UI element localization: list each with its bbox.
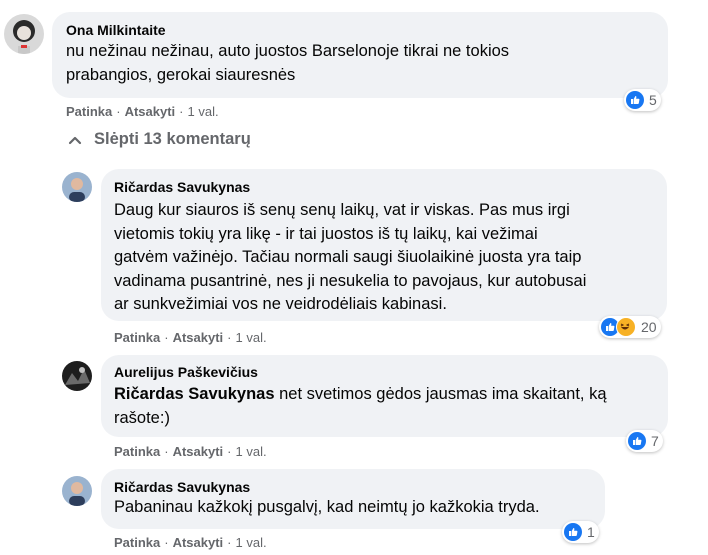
reaction-summary[interactable]: 5: [624, 89, 661, 111]
comment-text: Ričardas Savukynas net svetimos gėdos ja…: [114, 383, 607, 430]
haha-reaction-icon: [616, 317, 636, 337]
comment-actions: Patinka · Atsakyti · 1 val.: [114, 444, 267, 459]
separator: ·: [164, 330, 169, 345]
comment-text-line: ar sunkvežimiai vos ne veidrodėliais kab…: [114, 295, 447, 313]
comment-actions: Patinka · Atsakyti · 1 val.: [66, 104, 219, 119]
reply-link[interactable]: Atsakyti: [125, 104, 176, 119]
comment-text: Pabaninau kažkokį pusgalvį, kad neimtų j…: [114, 496, 540, 520]
comment-time[interactable]: 1 val.: [236, 444, 267, 459]
comment-time[interactable]: 1 val.: [236, 535, 267, 550]
comment-time[interactable]: 1 val.: [236, 330, 267, 345]
comment-text: Daug kur siauros iš senų senų laikų, vat…: [114, 199, 586, 317]
hide-replies-label: Slėpti 13 komentarų: [94, 130, 251, 148]
like-reaction-icon: [626, 91, 644, 109]
comment-actions: Patinka · Atsakyti · 1 val.: [114, 535, 267, 550]
reaction-summary[interactable]: 20: [599, 316, 661, 338]
comment-text-line: vietomis tokių yra likę - ir tai juostos…: [114, 224, 538, 243]
hide-replies-button[interactable]: Slėpti 13 komentarų: [68, 130, 251, 149]
separator: ·: [116, 104, 121, 119]
avatar[interactable]: [4, 14, 44, 54]
comment-text-line: rašote:): [114, 408, 170, 427]
chevron-up-icon: [68, 136, 82, 144]
comment-text-line: Pabaninau kažkokį pusgalvį, kad neimtų j…: [114, 498, 540, 516]
comment-text-fragment: net svetimos gėdos jausmas ima skaitant,…: [274, 385, 607, 403]
comment-text-line: nu nežinau nežinau, auto juostos Barselo…: [66, 42, 510, 60]
comment-text-line: vadinama pusantrinė, nes ji nesukelia to…: [114, 271, 587, 290]
comment-text-line: Daug kur siauros iš senų senų laikų, vat…: [114, 201, 570, 219]
avatar-photo: [62, 361, 92, 391]
reply-link[interactable]: Atsakyti: [173, 330, 224, 345]
like-link[interactable]: Patinka: [114, 330, 160, 345]
comment-author[interactable]: Ona Milkintaite: [66, 22, 166, 38]
reaction-count: 1: [587, 524, 595, 540]
comment-text-line: gatvėm važinėjo. Tačiau normali saugi ši…: [114, 248, 582, 266]
reaction-count: 7: [651, 433, 659, 449]
avatar[interactable]: [62, 361, 92, 391]
reply-link[interactable]: Atsakyti: [173, 535, 224, 550]
comment-time[interactable]: 1 val.: [188, 104, 219, 119]
reaction-count: 5: [649, 92, 657, 108]
separator: ·: [179, 104, 184, 119]
separator: ·: [164, 535, 169, 550]
reply-link[interactable]: Atsakyti: [173, 444, 224, 459]
like-link[interactable]: Patinka: [66, 104, 112, 119]
separator: ·: [227, 535, 232, 550]
reaction-summary[interactable]: 7: [626, 430, 663, 452]
like-link[interactable]: Patinka: [114, 535, 160, 550]
comment-text-line: prabangios, gerokai siauresnės: [66, 65, 296, 84]
avatar[interactable]: [62, 476, 92, 506]
reaction-count: 20: [641, 319, 657, 335]
like-link[interactable]: Patinka: [114, 444, 160, 459]
comment-author[interactable]: Aurelijus Paškevičius: [114, 364, 258, 380]
comment-text-line: Ričardas Savukynas net svetimos gėdos ja…: [114, 383, 607, 407]
reaction-summary[interactable]: 1: [562, 521, 599, 543]
mention-link[interactable]: Ričardas Savukynas: [114, 385, 275, 403]
separator: ·: [227, 330, 232, 345]
separator: ·: [227, 444, 232, 459]
avatar-photo: [62, 172, 92, 202]
separator: ·: [164, 444, 169, 459]
avatar-photo: [4, 14, 44, 54]
like-reaction-icon: [628, 432, 646, 450]
comment-author[interactable]: Ričardas Savukynas: [114, 479, 250, 495]
avatar[interactable]: [62, 172, 92, 202]
comment-text: nu nežinau nežinau, auto juostos Barselo…: [66, 40, 509, 87]
comment-actions: Patinka · Atsakyti · 1 val.: [114, 330, 267, 345]
like-reaction-icon: [564, 523, 582, 541]
avatar-photo: [62, 476, 92, 506]
comment-author[interactable]: Ričardas Savukynas: [114, 179, 250, 195]
